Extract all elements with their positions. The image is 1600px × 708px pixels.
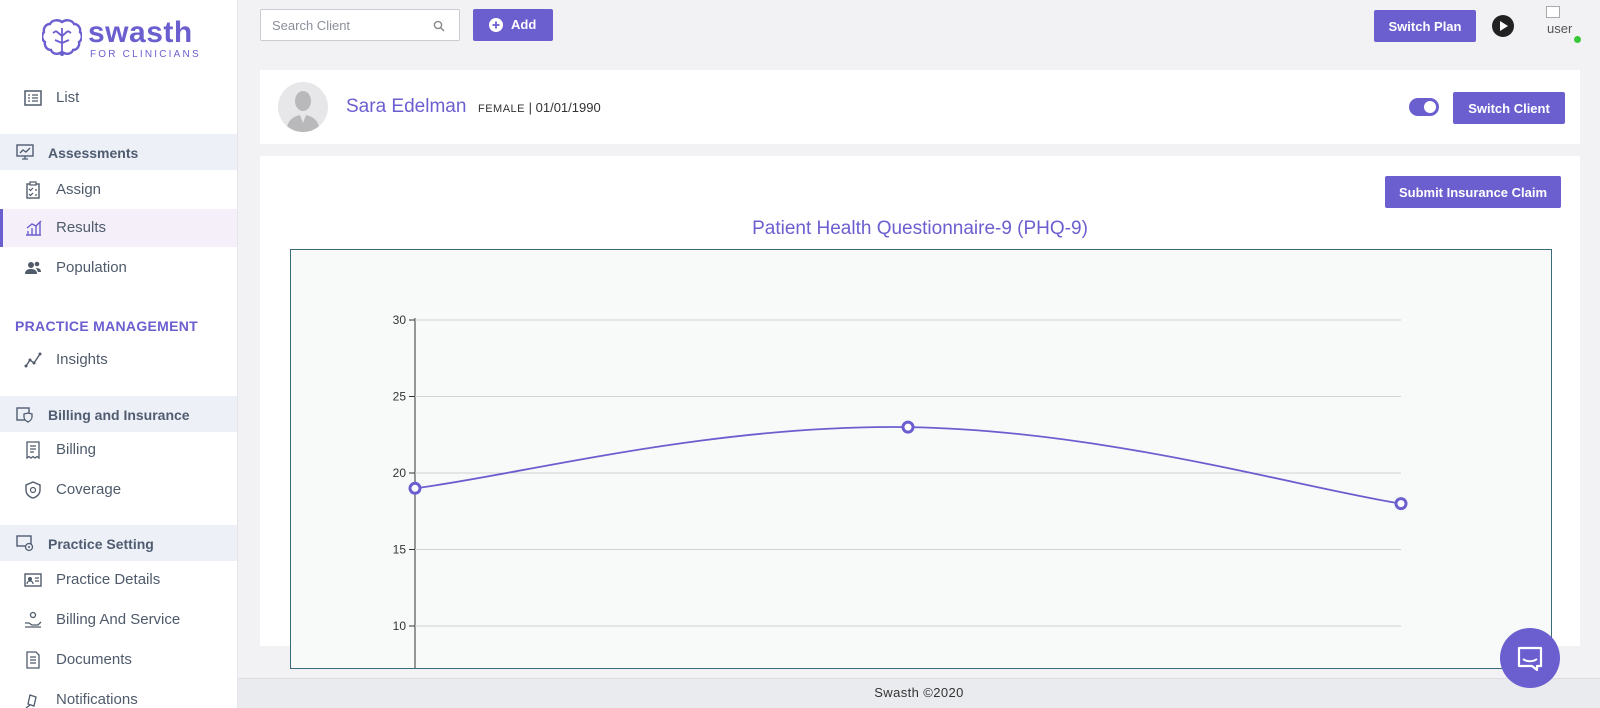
sidebar-section-label: Billing and Insurance <box>48 407 190 423</box>
y-tick-label: 25 <box>393 390 407 404</box>
play-icon[interactable] <box>1492 15 1514 37</box>
users-icon <box>25 261 41 274</box>
phq9-chart: 10 15 20 25 30 <box>290 249 1552 669</box>
sidebar-section-label: Assessments <box>48 145 139 161</box>
brand-name: swasth <box>88 16 193 49</box>
chat-launcher-button[interactable] <box>1500 628 1560 688</box>
monitor-chart-icon <box>16 144 34 160</box>
person-silhouette-icon <box>286 91 320 132</box>
client-avatar <box>278 82 328 132</box>
sidebar-item-label: Practice Details <box>56 571 161 588</box>
top-bar: Add Switch Plan user <box>238 0 1600 50</box>
client-name[interactable]: Sara Edelman <box>346 96 466 118</box>
search-icon[interactable] <box>433 20 445 32</box>
data-point <box>408 481 422 495</box>
client-info-card: Sara Edelman FEMALE | 01/01/1990 Switch … <box>260 70 1580 144</box>
data-point <box>1394 497 1408 511</box>
hand-service-icon <box>25 611 42 628</box>
sidebar-item-billing[interactable]: Billing <box>0 432 237 468</box>
sidebar-item-label: Coverage <box>56 481 122 498</box>
client-gender: FEMALE <box>478 103 526 115</box>
sidebar-item-notifications[interactable]: Notifications <box>0 682 237 708</box>
sidebar-item-insights[interactable]: Insights <box>0 342 237 378</box>
sidebar-section-billing-insurance[interactable]: Billing and Insurance <box>0 396 237 432</box>
id-card-icon <box>24 573 42 587</box>
list-icon <box>24 90 42 106</box>
sidebar-item-billing-and-service[interactable]: Billing And Service <box>0 602 237 638</box>
footer: Swasth ©2020 <box>238 678 1600 708</box>
sidebar-item-label: Billing And Service <box>56 611 181 628</box>
sidebar-item-label: List <box>56 89 80 106</box>
sidebar-item-documents[interactable]: Documents <box>0 642 237 678</box>
broken-image-icon <box>1546 6 1560 18</box>
sidebar-section-label: Practice Setting <box>48 536 154 552</box>
receipt-icon <box>26 441 40 459</box>
search-input[interactable] <box>261 10 421 40</box>
clipboard-check-icon <box>26 181 40 199</box>
y-tick-label: 15 <box>393 543 407 557</box>
sidebar-item-label: Results <box>56 219 107 236</box>
sidebar-item-label: Population <box>56 259 127 276</box>
submit-insurance-claim-button[interactable]: Submit Insurance Claim <box>1385 176 1561 208</box>
series-line <box>414 426 1402 505</box>
sidebar-item-population[interactable]: Population <box>0 250 237 286</box>
sidebar: swasth FOR CLINICIANS List Assessments A… <box>0 0 238 708</box>
switch-client-button[interactable]: Switch Client <box>1453 92 1565 124</box>
switch-plan-button[interactable]: Switch Plan <box>1374 10 1476 42</box>
client-meta: FEMALE | 01/01/1990 <box>478 100 601 115</box>
user-avatar-alt-text: user <box>1547 21 1573 36</box>
brain-tree-icon <box>42 19 82 56</box>
bar-chart-icon <box>26 220 42 236</box>
y-tick-label: 20 <box>393 466 407 480</box>
document-icon <box>26 651 40 669</box>
insurance-icon <box>16 407 33 423</box>
brand-tagline: FOR CLINICIANS <box>90 49 201 60</box>
sidebar-item-label: Billing <box>56 441 97 458</box>
chat-icon <box>1517 646 1543 672</box>
sidebar-item-label: Notifications <box>56 691 138 708</box>
results-card: Submit Insurance Claim Patient Health Qu… <box>260 156 1580 669</box>
practice-management-heading: PRACTICE MANAGEMENT <box>15 318 199 334</box>
sidebar-item-coverage[interactable]: Coverage <box>0 472 237 508</box>
sidebar-item-label: Documents <box>56 651 132 668</box>
search-box <box>260 9 460 41</box>
chart-title: Patient Health Questionnaire-9 (PHQ-9) <box>752 218 1088 239</box>
sidebar-item-label: Insights <box>56 351 108 368</box>
data-point <box>901 420 915 434</box>
sidebar-section-practice-setting[interactable]: Practice Setting <box>0 525 237 561</box>
shield-icon <box>25 481 41 499</box>
swasth-logo[interactable]: swasth FOR CLINICIANS <box>42 16 202 62</box>
add-button-label: Add <box>511 17 537 32</box>
client-toggle[interactable] <box>1409 98 1439 116</box>
sidebar-item-results[interactable]: Results <box>0 209 237 247</box>
sidebar-item-assign[interactable]: Assign <box>0 172 237 208</box>
notification-icon <box>25 694 37 708</box>
sidebar-item-label: Assign <box>56 181 102 198</box>
sidebar-section-assessments[interactable]: Assessments <box>0 134 237 170</box>
sidebar-item-practice-details[interactable]: Practice Details <box>0 562 237 598</box>
y-tick-label: 30 <box>393 313 407 327</box>
online-status-dot <box>1574 36 1581 43</box>
phq9-line-chart: 10 15 20 25 30 <box>393 313 1408 668</box>
y-tick-label: 10 <box>393 619 407 633</box>
client-dob: | 01/01/1990 <box>528 100 601 115</box>
add-client-button[interactable]: Add <box>473 9 553 41</box>
sidebar-item-list[interactable]: List <box>0 80 237 116</box>
line-trend-icon <box>24 352 42 368</box>
plus-circle-icon <box>489 18 503 32</box>
settings-monitor-icon <box>16 535 34 552</box>
user-avatar[interactable]: user <box>1538 6 1581 43</box>
